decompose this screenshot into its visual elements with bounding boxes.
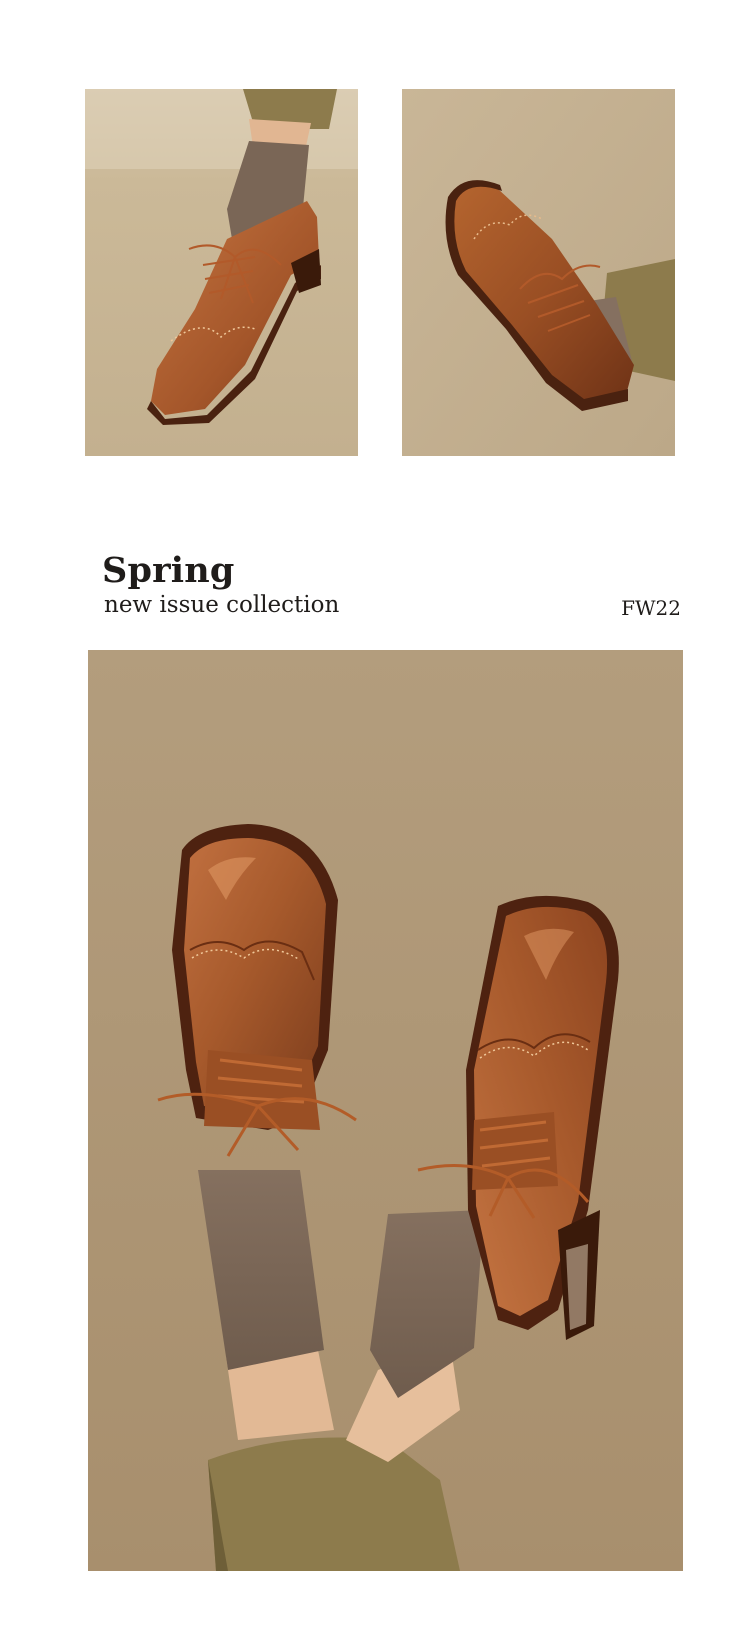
collection-subtitle: new issue collection — [104, 592, 340, 618]
product-photo-side-view — [85, 89, 358, 456]
season-code: FW22 — [621, 596, 681, 620]
collection-heading: Spring new issue collection — [102, 551, 339, 619]
collection-title: Spring — [102, 550, 235, 591]
product-photo-top-view — [402, 89, 675, 456]
product-photo-pair — [88, 650, 683, 1571]
